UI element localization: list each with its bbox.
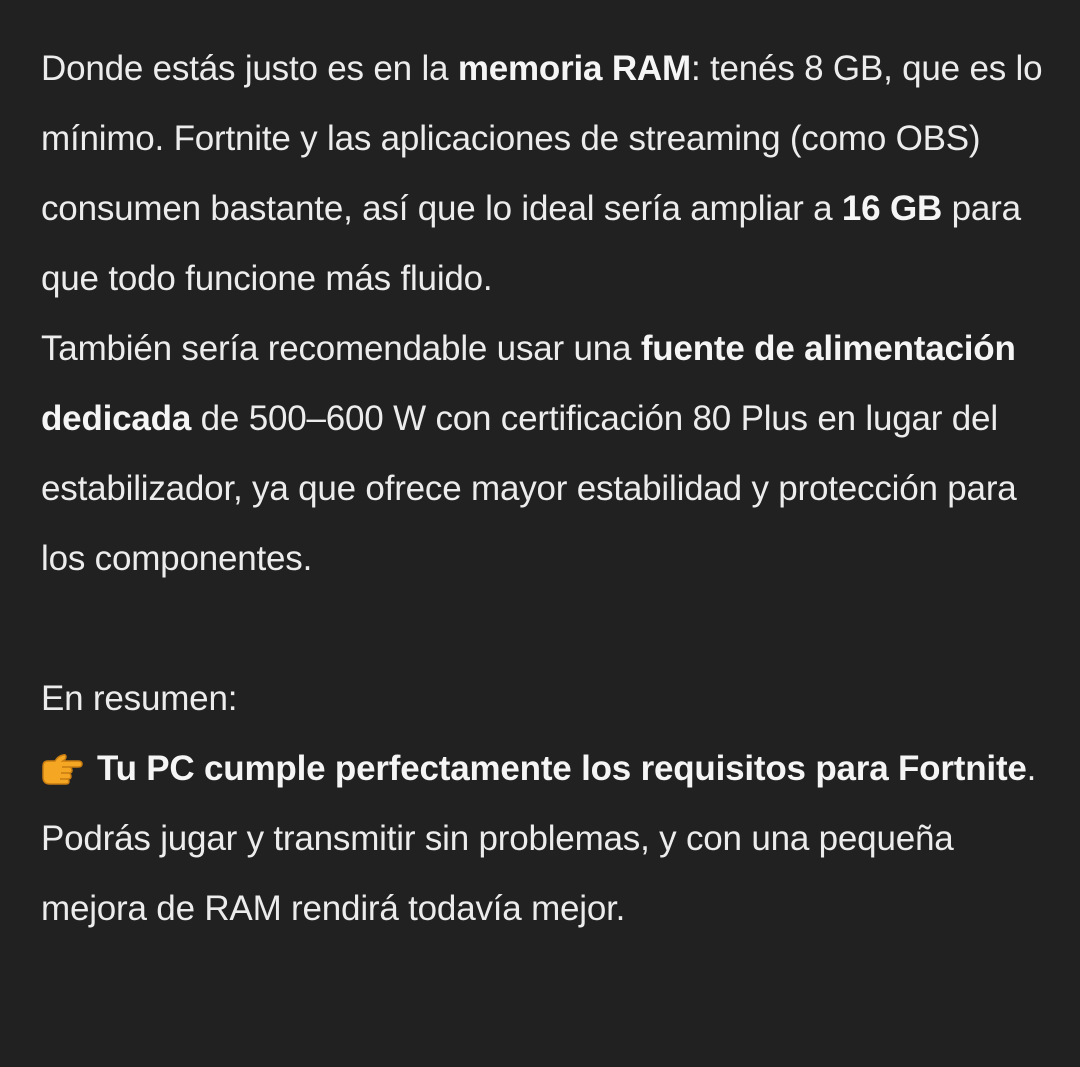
bold-text-summary: Tu PC cumple perfectamente los requisito… bbox=[97, 749, 1027, 788]
text-segment: Donde estás justo es en la bbox=[41, 49, 458, 88]
pointing-right-hand-icon bbox=[41, 752, 83, 786]
text-segment: . bbox=[1026, 749, 1037, 788]
message-paragraph-conclusion: Podrás jugar y transmitir sin problemas,… bbox=[41, 804, 1051, 944]
message-paragraph-psu: También sería recomendable usar una fuen… bbox=[41, 314, 1051, 594]
text-segment: En resumen: bbox=[41, 679, 238, 718]
bold-text-16gb: 16 GB bbox=[841, 189, 943, 228]
message-paragraph-summary-point: Tu PC cumple perfectamente los requisito… bbox=[41, 734, 1051, 804]
message-paragraph-summary-heading: En resumen: bbox=[41, 664, 1051, 734]
text-segment: También sería recomendable usar una bbox=[41, 329, 641, 368]
bold-text-ram: memoria RAM bbox=[457, 49, 691, 88]
text-segment: Podrás jugar y transmitir sin problemas,… bbox=[41, 819, 954, 928]
message-paragraph-ram: Donde estás justo es en la memoria RAM: … bbox=[41, 34, 1051, 314]
assistant-message: Donde estás justo es en la memoria RAM: … bbox=[41, 34, 1051, 944]
